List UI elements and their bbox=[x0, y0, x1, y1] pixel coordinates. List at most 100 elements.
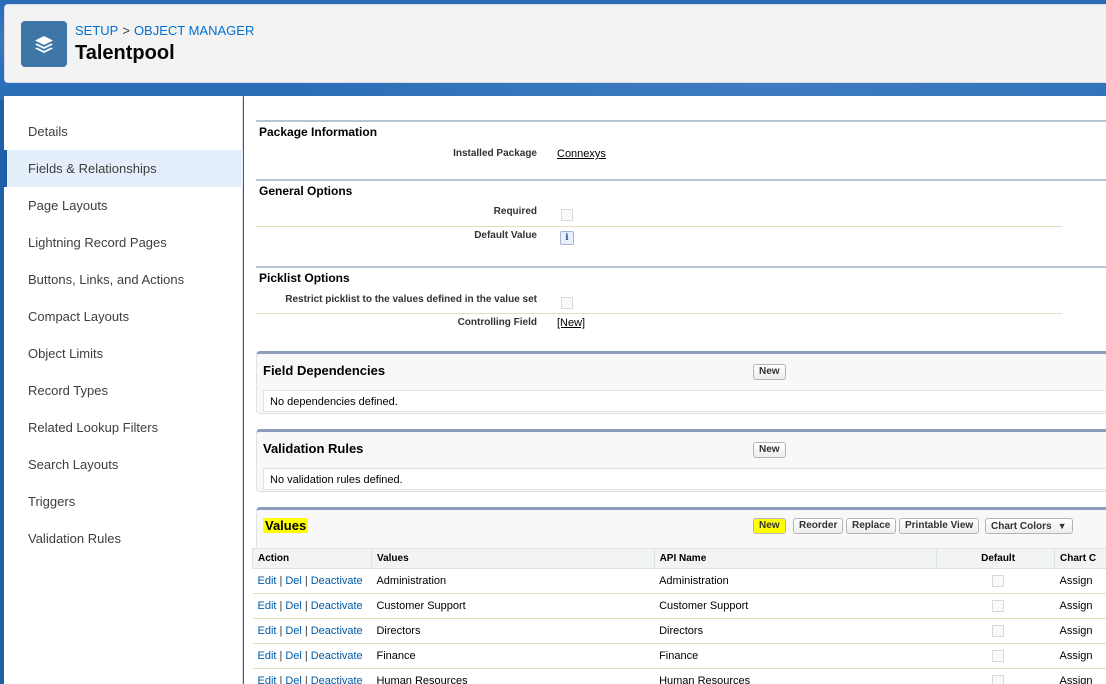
reorder-button[interactable]: Reorder bbox=[793, 518, 844, 534]
chart-color-cell: Assign bbox=[1054, 568, 1106, 594]
del-link[interactable]: Del bbox=[285, 675, 302, 684]
sidebar-item-triggers[interactable]: Triggers bbox=[4, 483, 243, 520]
breadcrumb-object-manager[interactable]: OBJECT MANAGER bbox=[134, 23, 254, 38]
api-name-cell: Human Resources bbox=[654, 668, 937, 684]
page-title: Talentpool bbox=[75, 42, 175, 64]
del-link[interactable]: Del bbox=[285, 575, 302, 587]
sidebar-item-related-lookup-filters[interactable]: Related Lookup Filters bbox=[4, 409, 243, 446]
api-name-cell: Directors bbox=[654, 618, 937, 644]
restrict-picklist-label: Restrict picklist to the values defined … bbox=[285, 294, 537, 305]
chart-color-cell: Assign bbox=[1054, 643, 1106, 669]
row-divider bbox=[256, 226, 1062, 227]
default-checkbox bbox=[992, 600, 1005, 613]
main-content: Package Information Installed Package Co… bbox=[244, 96, 1106, 684]
section-divider bbox=[256, 179, 1106, 181]
deactivate-link[interactable]: Deactivate bbox=[311, 600, 363, 612]
column-header-default[interactable]: Default bbox=[936, 548, 1056, 569]
del-link[interactable]: Del bbox=[285, 650, 302, 662]
values-table: Action Values API Name Default Chart C E… bbox=[252, 548, 1106, 684]
deactivate-link[interactable]: Deactivate bbox=[311, 675, 363, 684]
info-icon[interactable]: i bbox=[560, 231, 574, 245]
section-divider bbox=[256, 120, 1106, 122]
sidebar: Details Fields & Relationships Page Layo… bbox=[4, 96, 243, 684]
general-options-title: General Options bbox=[259, 184, 353, 198]
restrict-picklist-checkbox bbox=[561, 297, 573, 309]
table-row: Edit | Del | Deactivate Customer Support Cus… bbox=[252, 593, 1106, 619]
value-cell: Customer Support bbox=[371, 593, 655, 619]
validation-rules-panel: Validation Rules New No validation rules… bbox=[256, 429, 1106, 492]
value-cell: Human Resources bbox=[371, 668, 655, 684]
sidebar-item-lightning-record-pages[interactable]: Lightning Record Pages bbox=[4, 224, 243, 261]
row-divider bbox=[256, 313, 1062, 314]
chart-colors-dropdown[interactable]: Chart Colors ▼ bbox=[985, 518, 1073, 534]
sidebar-item-buttons-links-actions[interactable]: Buttons, Links, and Actions bbox=[4, 261, 243, 298]
edit-link[interactable]: Edit bbox=[258, 675, 277, 684]
object-header: SETUP > OBJECT MANAGER Talentpool bbox=[4, 4, 1106, 83]
chart-color-cell: Assign bbox=[1054, 668, 1106, 684]
api-name-cell: Administration bbox=[654, 568, 937, 594]
api-name-cell: Finance bbox=[654, 643, 937, 669]
default-cell bbox=[936, 593, 1055, 619]
validation-rules-empty: No validation rules defined. bbox=[263, 468, 1106, 490]
sidebar-item-object-limits[interactable]: Object Limits bbox=[4, 335, 243, 372]
field-dependencies-empty: No dependencies defined. bbox=[263, 390, 1106, 412]
breadcrumb-separator: > bbox=[122, 23, 130, 38]
deactivate-link[interactable]: Deactivate bbox=[311, 650, 363, 662]
replace-button[interactable]: Replace bbox=[846, 518, 897, 534]
table-row: Edit | Del | Deactivate Administration Admin… bbox=[252, 568, 1106, 594]
controlling-field-new-link[interactable]: [New] bbox=[557, 317, 585, 329]
column-header-action[interactable]: Action bbox=[252, 548, 372, 569]
breadcrumb-setup[interactable]: SETUP bbox=[75, 23, 118, 38]
default-checkbox bbox=[992, 625, 1005, 638]
value-cell: Directors bbox=[371, 618, 655, 644]
default-cell bbox=[936, 643, 1055, 669]
values-new-button[interactable]: New bbox=[753, 518, 786, 534]
table-row: Edit | Del | Deactivate Human Resources Huma… bbox=[252, 668, 1106, 684]
required-checkbox bbox=[561, 209, 573, 221]
chevron-down-icon: ▼ bbox=[1057, 521, 1067, 531]
default-cell bbox=[936, 568, 1055, 594]
default-cell bbox=[936, 618, 1055, 644]
edit-link[interactable]: Edit bbox=[258, 600, 277, 612]
value-cell: Administration bbox=[371, 568, 655, 594]
values-title: Values bbox=[263, 518, 309, 533]
sidebar-item-search-layouts[interactable]: Search Layouts bbox=[4, 446, 243, 483]
value-cell: Finance bbox=[371, 643, 655, 669]
field-dependencies-new-button[interactable]: New bbox=[753, 364, 786, 380]
column-header-chart[interactable]: Chart C bbox=[1054, 548, 1106, 569]
del-link[interactable]: Del bbox=[285, 625, 302, 637]
installed-package-label: Installed Package bbox=[453, 148, 537, 159]
chart-color-cell: Assign bbox=[1054, 618, 1106, 644]
layers-icon bbox=[21, 21, 67, 67]
sidebar-item-validation-rules[interactable]: Validation Rules bbox=[4, 520, 243, 557]
table-row: Edit | Del | Deactivate Directors Directors … bbox=[252, 618, 1106, 644]
printable-view-button[interactable]: Printable View bbox=[899, 518, 980, 534]
edit-link[interactable]: Edit bbox=[258, 650, 277, 662]
installed-package-link[interactable]: Connexys bbox=[557, 148, 606, 160]
chart-color-cell: Assign bbox=[1054, 593, 1106, 619]
breadcrumb: SETUP > OBJECT MANAGER bbox=[75, 23, 254, 38]
field-dependencies-panel: Field Dependencies New No dependencies d… bbox=[256, 351, 1106, 414]
section-divider bbox=[256, 266, 1106, 268]
default-checkbox bbox=[992, 650, 1005, 663]
validation-rules-new-button[interactable]: New bbox=[753, 442, 786, 458]
values-title-text: Values bbox=[263, 518, 309, 533]
sidebar-item-fields-relationships[interactable]: Fields & Relationships bbox=[4, 150, 243, 187]
default-cell bbox=[936, 668, 1055, 684]
deactivate-link[interactable]: Deactivate bbox=[311, 625, 363, 637]
package-information-title: Package Information bbox=[259, 125, 378, 139]
sidebar-item-details[interactable]: Details bbox=[4, 113, 243, 150]
edit-link[interactable]: Edit bbox=[258, 625, 277, 637]
sidebar-item-record-types[interactable]: Record Types bbox=[4, 372, 243, 409]
api-name-cell: Customer Support bbox=[654, 593, 937, 619]
sidebar-item-compact-layouts[interactable]: Compact Layouts bbox=[4, 298, 243, 335]
column-header-api-name[interactable]: API Name bbox=[653, 548, 938, 569]
column-header-values[interactable]: Values bbox=[370, 548, 655, 569]
field-dependencies-title: Field Dependencies bbox=[263, 363, 386, 378]
deactivate-link[interactable]: Deactivate bbox=[311, 575, 363, 587]
edit-link[interactable]: Edit bbox=[258, 575, 277, 587]
default-value-label: Default Value bbox=[474, 230, 537, 241]
del-link[interactable]: Del bbox=[285, 600, 302, 612]
sidebar-item-page-layouts[interactable]: Page Layouts bbox=[4, 187, 243, 224]
picklist-options-title: Picklist Options bbox=[259, 271, 350, 285]
